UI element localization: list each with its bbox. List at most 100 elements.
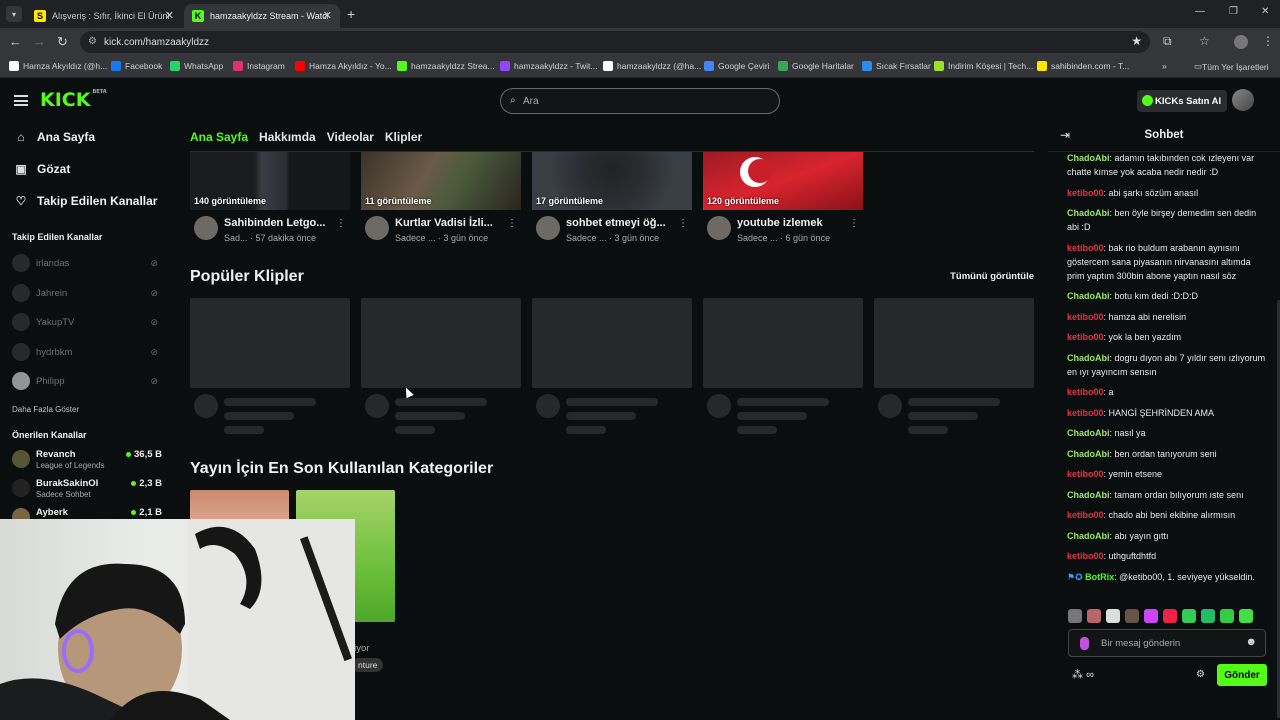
video-card[interactable]: 11 görüntüleme Kurtlar Vadisi İzli... Sa… xyxy=(361,152,521,243)
chat-username[interactable]: ketibo00 xyxy=(1067,510,1104,520)
bookmark-item[interactable]: WhatsApp xyxy=(170,61,223,71)
mic-icon[interactable] xyxy=(1080,637,1089,650)
chat-username[interactable]: ketibo00 xyxy=(1067,332,1104,342)
channel-points[interactable]: ⁂ ∞ xyxy=(1072,668,1094,681)
show-more-link[interactable]: Daha Fazla Göster xyxy=(12,405,79,414)
chat-username[interactable]: ChadoAbi xyxy=(1067,531,1110,541)
chat-username[interactable]: BotRix xyxy=(1085,572,1114,582)
bookmark-item[interactable]: Sıcak Fırsatlar xyxy=(862,61,931,71)
emote-icon[interactable] xyxy=(1106,609,1120,623)
recommended-channel[interactable]: Revanch League of Legends 36,5 B xyxy=(12,448,162,474)
forward-icon[interactable]: → xyxy=(33,34,46,49)
bookmark-star-icon[interactable]: ★ xyxy=(1131,34,1142,48)
close-tab-icon[interactable]: ✕ xyxy=(165,9,174,22)
bookmark-item[interactable]: hamzaakyldzz Strea... xyxy=(397,61,495,71)
bookmark-item[interactable]: Google Çeviri xyxy=(704,61,770,71)
more-bookmarks-icon[interactable]: » xyxy=(1162,61,1167,71)
chat-username[interactable]: ketibo00 xyxy=(1067,387,1104,397)
chat-username[interactable]: ChadoAbi xyxy=(1067,353,1110,363)
close-tab-icon[interactable]: ✕ xyxy=(323,9,332,22)
send-button[interactable]: Gönder xyxy=(1217,664,1267,686)
bookmark-item[interactable]: hamzaakyldzz (@ha... xyxy=(603,61,701,71)
bookmark-item[interactable]: hamzaakyldzz - Twit... xyxy=(500,61,597,71)
bookmark-item[interactable]: İndirim Köşesi | Tech... xyxy=(934,61,1033,71)
chat-username[interactable]: ketibo00 xyxy=(1067,188,1104,198)
video-thumbnail[interactable]: 120 görüntüleme xyxy=(703,152,863,210)
hamburger-menu-icon[interactable] xyxy=(14,95,28,106)
chat-username[interactable]: ketibo00 xyxy=(1067,408,1104,418)
back-icon[interactable]: ← xyxy=(9,34,22,49)
recommended-channel[interactable]: BurakSakinOl Sadece Sohbet 2,3 B xyxy=(12,477,162,503)
reading-list-icon[interactable]: ☆ xyxy=(1199,34,1210,48)
followed-channel[interactable]: Jahrein ⊘ xyxy=(12,284,162,302)
video-card[interactable]: 17 görüntüleme sohbet etmeyi öğ... Sadec… xyxy=(532,152,692,243)
video-title[interactable]: youtube izlemek xyxy=(737,217,823,229)
chat-username[interactable]: ChadoAbi xyxy=(1067,490,1110,500)
chat-username[interactable]: ketibo00 xyxy=(1067,551,1104,561)
emote-icon[interactable] xyxy=(1201,609,1215,623)
video-title[interactable]: Kurtlar Vadisi İzli... xyxy=(395,217,493,229)
url-bar[interactable]: ⚙ kick.com/hamzaakyldzz ★ xyxy=(80,31,1150,53)
emote-icon[interactable] xyxy=(1068,609,1082,623)
followed-channel[interactable]: hydrbkm ⊘ xyxy=(12,343,162,361)
bookmark-item[interactable]: Google Haritalar xyxy=(778,61,854,71)
chat-message-input[interactable]: Bir mesaj gönderin ☻ xyxy=(1068,629,1266,657)
emoji-icon[interactable]: ☻ xyxy=(1245,636,1257,648)
video-category[interactable]: Sadece ... xyxy=(737,233,778,243)
nav-following[interactable]: ♡ Takip Edilen Kanallar xyxy=(14,194,158,208)
tab-search-button[interactable]: ▾ xyxy=(6,6,22,22)
chat-username[interactable]: ketibo00 xyxy=(1067,469,1104,479)
chat-settings-icon[interactable]: ⚙ xyxy=(1196,669,1205,680)
chat-username[interactable]: ChadoAbi xyxy=(1067,428,1110,438)
all-bookmarks-folder[interactable]: ▭ Tüm Yer İşaretleri xyxy=(1194,61,1269,72)
reload-icon[interactable]: ↻ xyxy=(57,34,68,50)
video-category[interactable]: Sadece ... xyxy=(566,233,607,243)
followed-channel[interactable]: Philipp ⊘ xyxy=(12,372,162,390)
chat-username[interactable]: ChadoAbi xyxy=(1067,449,1110,459)
bookmark-item[interactable]: Hamza Akyıldız - Yo... xyxy=(295,61,392,71)
video-card[interactable]: 120 görüntüleme youtube izlemek Sadece .… xyxy=(703,152,863,243)
video-category[interactable]: Sad... xyxy=(224,233,248,243)
menu-dots-icon[interactable]: ⋮ xyxy=(1262,34,1274,48)
emote-icon[interactable] xyxy=(1239,609,1253,623)
more-options-icon[interactable]: ⋮ xyxy=(849,218,859,229)
user-avatar[interactable] xyxy=(1232,89,1254,111)
nav-home[interactable]: ⌂ Ana Sayfa xyxy=(14,130,95,144)
emote-icon[interactable] xyxy=(1182,609,1196,623)
video-title[interactable]: Sahibinden Letgo... xyxy=(224,217,325,229)
emote-icon[interactable] xyxy=(1220,609,1234,623)
browser-tab-kick[interactable]: K hamzaakyldzz Stream - Watch L ✕ xyxy=(184,4,340,28)
more-options-icon[interactable]: ⋮ xyxy=(507,218,517,229)
category-tag[interactable]: nture xyxy=(352,658,384,672)
video-thumbnail[interactable]: 140 görüntüleme xyxy=(190,152,350,210)
bookmark-item[interactable]: Instagram xyxy=(233,61,285,71)
more-options-icon[interactable]: ⋮ xyxy=(336,218,346,229)
restore-icon[interactable]: ❐ xyxy=(1229,6,1238,17)
emote-icon[interactable] xyxy=(1125,609,1139,623)
browser-tab-sahibinden[interactable]: S Alışveriş : Sıfır, İkinci El Ürünler ✕ xyxy=(26,4,182,28)
bookmark-item[interactable]: Hamza Akyıldız (@h... xyxy=(9,61,107,71)
followed-channel[interactable]: irlandas ⊘ xyxy=(12,254,162,272)
emote-icon[interactable] xyxy=(1144,609,1158,623)
emote-icon[interactable] xyxy=(1087,609,1101,623)
chat-username[interactable]: ChadoAbi xyxy=(1067,291,1110,301)
see-all-clips-link[interactable]: Tümünü görüntüle xyxy=(950,271,1034,282)
close-window-icon[interactable]: ✕ xyxy=(1261,6,1269,17)
more-options-icon[interactable]: ⋮ xyxy=(678,218,688,229)
emote-icon[interactable] xyxy=(1163,609,1177,623)
video-thumbnail[interactable]: 17 görüntüleme xyxy=(532,152,692,210)
video-title[interactable]: sohbet etmeyi öğ... xyxy=(566,217,666,229)
chat-username[interactable]: ketibo00 xyxy=(1067,312,1104,322)
search-input[interactable]: ⌕ Ara xyxy=(500,88,780,114)
video-thumbnail[interactable]: 11 görüntüleme xyxy=(361,152,521,210)
buy-kicks-button[interactable]: KICKs Satın Al xyxy=(1137,90,1227,112)
chat-username[interactable]: ketibo00 xyxy=(1067,243,1104,253)
followed-channel[interactable]: YakupTV ⊘ xyxy=(12,313,162,331)
bookmark-item[interactable]: sahibinden.com - T... xyxy=(1037,61,1129,71)
video-card[interactable]: 140 görüntüleme Sahibinden Letgo... Sad.… xyxy=(190,152,350,243)
bookmark-item[interactable]: Facebook xyxy=(111,61,162,71)
extensions-icon[interactable]: ⧉ xyxy=(1163,34,1172,49)
new-tab-button[interactable]: + xyxy=(347,6,355,22)
site-info-icon[interactable]: ⚙ xyxy=(88,36,97,47)
nav-browse[interactable]: ▣ Gözat xyxy=(14,162,70,176)
